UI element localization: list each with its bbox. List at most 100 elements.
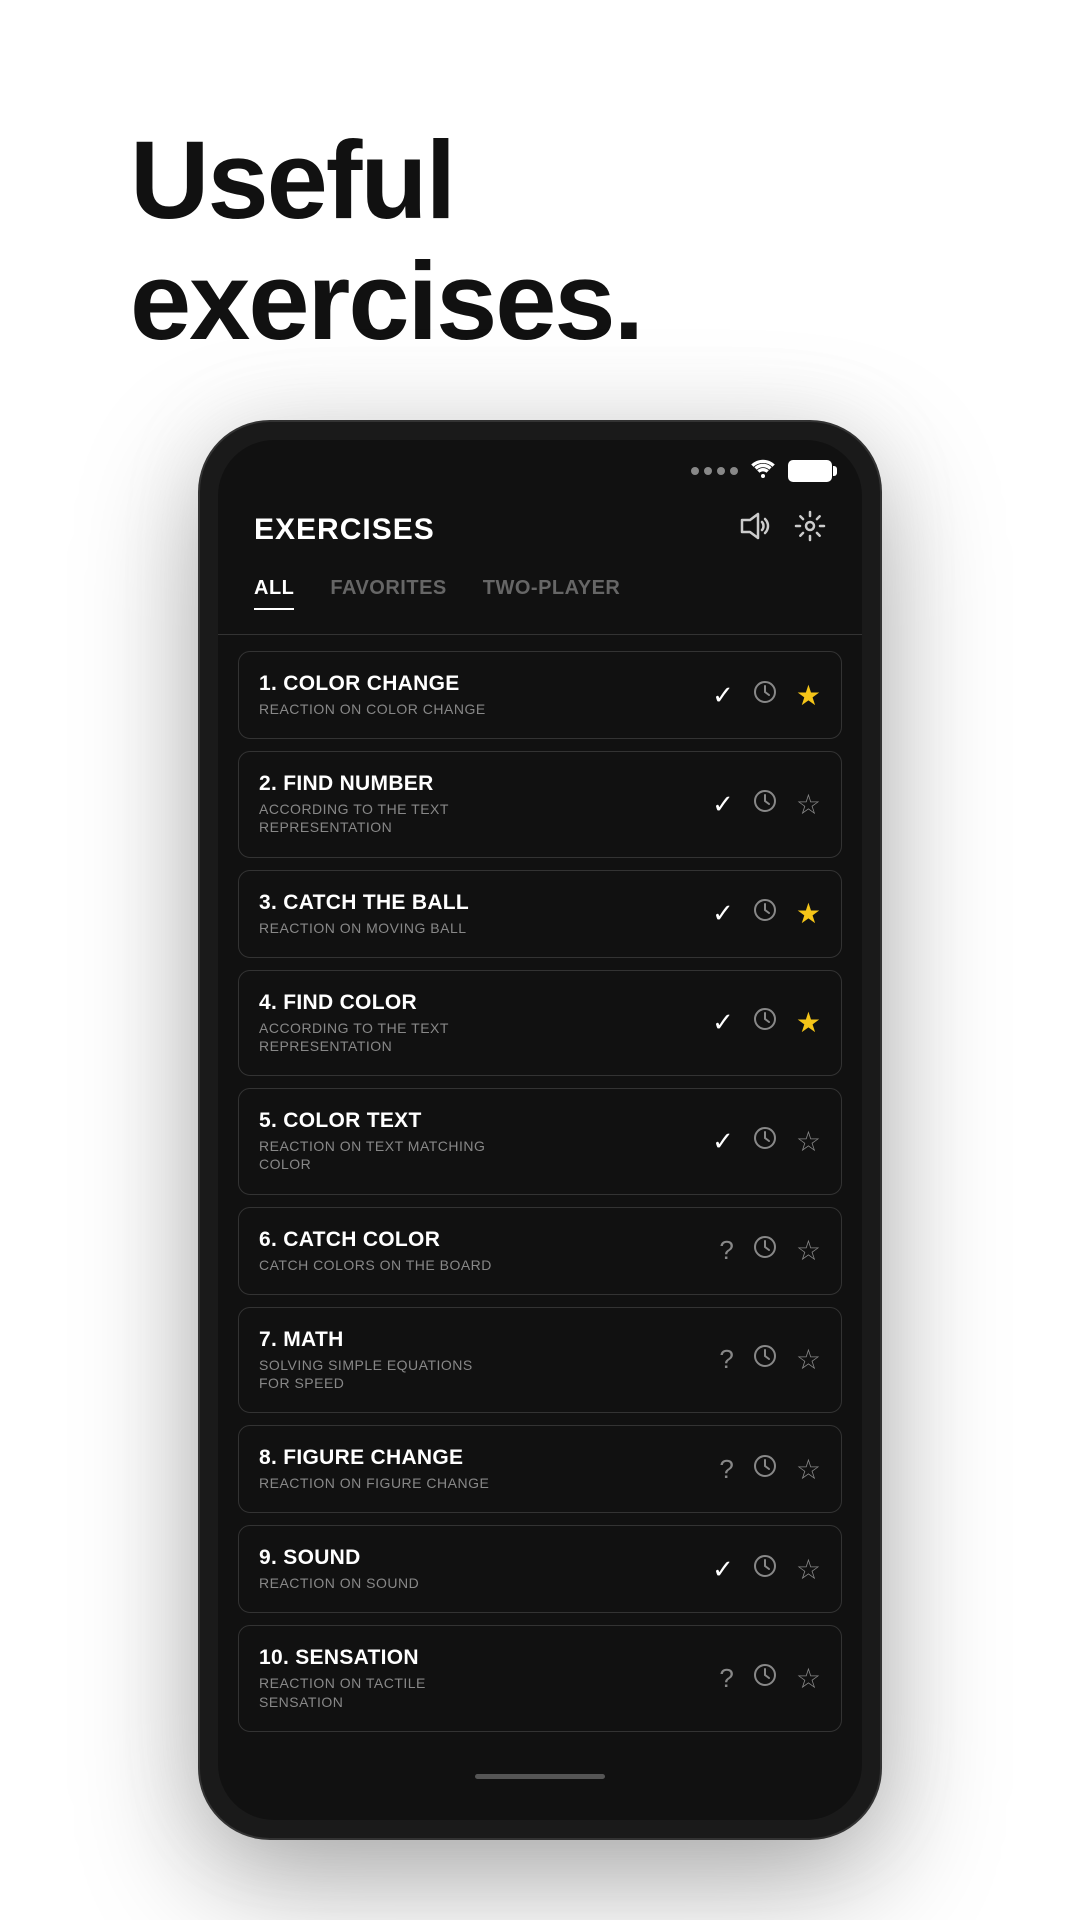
tab-two-player[interactable]: TWO-PLAYER xyxy=(483,569,621,610)
history-icon-10[interactable] xyxy=(752,1662,778,1695)
status-question-6: ? xyxy=(719,1235,733,1266)
exercise-item-6[interactable]: 6. CATCH COLOR CATCH COLORS ON THE BOARD… xyxy=(238,1207,842,1295)
exercise-desc-3: REACTION ON MOVING BALL xyxy=(259,919,499,937)
exercise-info-5: 5. COLOR TEXT REACTION ON TEXT MATCHING … xyxy=(259,1109,712,1173)
exercise-name-7: 7. MATH xyxy=(259,1328,719,1352)
history-icon-5[interactable] xyxy=(752,1125,778,1158)
exercise-item-9[interactable]: 9. SOUND REACTION ON SOUND ✓ ☆ xyxy=(238,1525,842,1613)
history-icon-2[interactable] xyxy=(752,788,778,821)
exercise-name-1: 1. COLOR CHANGE xyxy=(259,672,712,696)
exercise-actions-7: ? ☆ xyxy=(719,1343,821,1376)
exercise-item-5[interactable]: 5. COLOR TEXT REACTION ON TEXT MATCHING … xyxy=(238,1088,842,1194)
status-check-5: ✓ xyxy=(712,1126,734,1157)
exercise-name-8: 8. FIGURE CHANGE xyxy=(259,1446,719,1470)
hero-title: Useful exercises. xyxy=(130,120,950,362)
exercise-item-2[interactable]: 2. FIND NUMBER ACCORDING TO THE TEXT REP… xyxy=(238,751,842,857)
status-question-10: ? xyxy=(719,1663,733,1694)
exercise-name-3: 3. CATCH THE BALL xyxy=(259,891,712,915)
exercise-actions-3: ✓ ★ xyxy=(712,897,821,930)
exercise-item-8[interactable]: 8. FIGURE CHANGE REACTION ON FIGURE CHAN… xyxy=(238,1425,842,1513)
history-icon-6[interactable] xyxy=(752,1234,778,1267)
history-icon-4[interactable] xyxy=(752,1006,778,1039)
exercise-desc-1: REACTION ON COLOR CHANGE xyxy=(259,700,499,718)
favorite-star-6[interactable]: ☆ xyxy=(796,1234,821,1267)
exercise-actions-4: ✓ ★ xyxy=(712,1006,821,1039)
exercise-name-10: 10. SENSATION xyxy=(259,1646,719,1670)
app-header: EXERCISES xyxy=(218,494,862,569)
sound-icon[interactable] xyxy=(738,512,770,547)
exercise-actions-8: ? ☆ xyxy=(719,1453,821,1486)
history-icon-8[interactable] xyxy=(752,1453,778,1486)
history-icon-3[interactable] xyxy=(752,897,778,930)
favorite-star-1[interactable]: ★ xyxy=(796,679,821,712)
favorite-star-10[interactable]: ☆ xyxy=(796,1662,821,1695)
exercise-desc-5: REACTION ON TEXT MATCHING COLOR xyxy=(259,1137,499,1173)
exercise-actions-5: ✓ ☆ xyxy=(712,1125,821,1158)
exercise-item-4[interactable]: 4. FIND COLOR ACCORDING TO THE TEXT REPR… xyxy=(238,970,842,1076)
exercise-info-6: 6. CATCH COLOR CATCH COLORS ON THE BOARD xyxy=(259,1228,719,1274)
status-question-8: ? xyxy=(719,1454,733,1485)
exercise-name-5: 5. COLOR TEXT xyxy=(259,1109,712,1133)
exercise-actions-9: ✓ ☆ xyxy=(712,1553,821,1586)
home-indicator xyxy=(218,1760,862,1789)
signal-dots xyxy=(691,467,738,475)
exercise-actions-2: ✓ ☆ xyxy=(712,788,821,821)
hero-section: Useful exercises. xyxy=(0,0,1080,422)
exercise-desc-7: SOLVING SIMPLE EQUATIONS FOR SPEED xyxy=(259,1356,499,1392)
header-icons xyxy=(738,510,826,549)
history-icon-9[interactable] xyxy=(752,1553,778,1586)
wifi-icon xyxy=(750,458,776,484)
exercise-item-10[interactable]: 10. SENSATION REACTION ON TACTILE SENSAT… xyxy=(238,1625,842,1731)
exercises-list: 1. COLOR CHANGE REACTION ON COLOR CHANGE… xyxy=(218,635,862,1760)
status-check-2: ✓ xyxy=(712,789,734,820)
status-bar xyxy=(218,440,862,494)
exercise-desc-9: REACTION ON SOUND xyxy=(259,1574,499,1592)
exercise-desc-4: ACCORDING TO THE TEXT REPRESENTATION xyxy=(259,1019,499,1055)
tab-favorites[interactable]: FAVORITES xyxy=(330,569,446,610)
exercise-item-7[interactable]: 7. MATH SOLVING SIMPLE EQUATIONS FOR SPE… xyxy=(238,1307,842,1413)
exercise-name-9: 9. SOUND xyxy=(259,1546,712,1570)
favorite-star-9[interactable]: ☆ xyxy=(796,1553,821,1586)
favorite-star-3[interactable]: ★ xyxy=(796,897,821,930)
exercise-desc-6: CATCH COLORS ON THE BOARD xyxy=(259,1256,499,1274)
favorite-star-4[interactable]: ★ xyxy=(796,1006,821,1039)
status-check-3: ✓ xyxy=(712,898,734,929)
exercise-item-3[interactable]: 3. CATCH THE BALL REACTION ON MOVING BAL… xyxy=(238,870,842,958)
exercise-name-2: 2. FIND NUMBER xyxy=(259,772,712,796)
exercise-desc-2: ACCORDING TO THE TEXT REPRESENTATION xyxy=(259,800,499,836)
favorite-star-8[interactable]: ☆ xyxy=(796,1453,821,1486)
exercise-info-1: 1. COLOR CHANGE REACTION ON COLOR CHANGE xyxy=(259,672,712,718)
phone-screen: EXERCISES ALL xyxy=(218,440,862,1820)
exercise-info-10: 10. SENSATION REACTION ON TACTILE SENSAT… xyxy=(259,1646,719,1710)
exercise-name-6: 6. CATCH COLOR xyxy=(259,1228,719,1252)
favorite-star-7[interactable]: ☆ xyxy=(796,1343,821,1376)
exercise-actions-6: ? ☆ xyxy=(719,1234,821,1267)
exercise-info-9: 9. SOUND REACTION ON SOUND xyxy=(259,1546,712,1592)
status-check-9: ✓ xyxy=(712,1554,734,1585)
exercise-desc-10: REACTION ON TACTILE SENSATION xyxy=(259,1674,499,1710)
signal-dot-4 xyxy=(730,467,738,475)
exercise-info-2: 2. FIND NUMBER ACCORDING TO THE TEXT REP… xyxy=(259,772,712,836)
history-icon-7[interactable] xyxy=(752,1343,778,1376)
home-bar xyxy=(475,1774,605,1779)
exercise-item-1[interactable]: 1. COLOR CHANGE REACTION ON COLOR CHANGE… xyxy=(238,651,842,739)
battery-icon xyxy=(788,460,832,482)
tab-all[interactable]: ALL xyxy=(254,569,294,610)
signal-dot-2 xyxy=(704,467,712,475)
app-title: EXERCISES xyxy=(254,513,435,547)
status-check-1: ✓ xyxy=(712,680,734,711)
settings-icon[interactable] xyxy=(794,510,826,549)
signal-dot-1 xyxy=(691,467,699,475)
favorite-star-2[interactable]: ☆ xyxy=(796,788,821,821)
tab-bar: ALL FAVORITES TWO-PLAYER xyxy=(218,569,862,635)
exercise-actions-1: ✓ ★ xyxy=(712,679,821,712)
signal-dot-3 xyxy=(717,467,725,475)
status-check-4: ✓ xyxy=(712,1007,734,1038)
exercise-actions-10: ? ☆ xyxy=(719,1662,821,1695)
favorite-star-5[interactable]: ☆ xyxy=(796,1125,821,1158)
status-question-7: ? xyxy=(719,1344,733,1375)
phone-frame: EXERCISES ALL xyxy=(200,422,880,1838)
history-icon-1[interactable] xyxy=(752,679,778,712)
exercise-info-4: 4. FIND COLOR ACCORDING TO THE TEXT REPR… xyxy=(259,991,712,1055)
exercise-info-3: 3. CATCH THE BALL REACTION ON MOVING BAL… xyxy=(259,891,712,937)
